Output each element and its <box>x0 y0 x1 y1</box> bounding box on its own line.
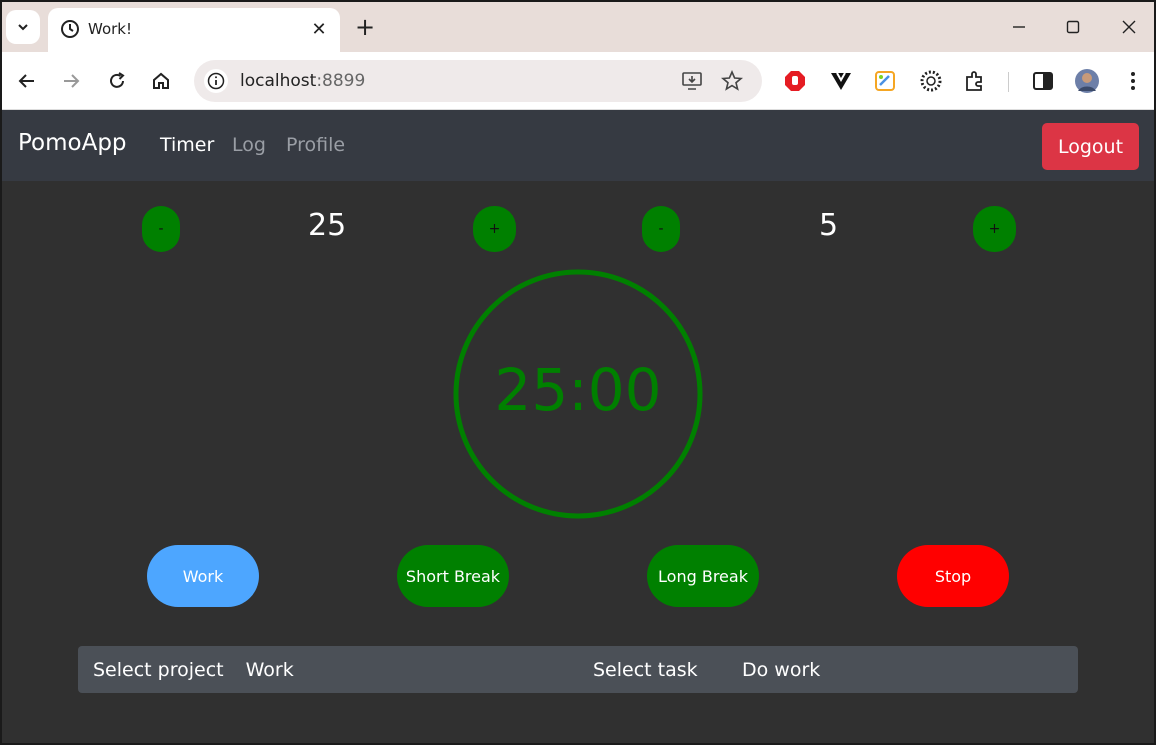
break-decrement-button[interactable]: - <box>642 206 680 252</box>
app-navbar: PomoApp Timer Log Profile Logout <box>2 110 1154 181</box>
window-close-button[interactable] <box>1114 12 1144 42</box>
nav-timer[interactable]: Timer <box>160 134 214 156</box>
chevron-down-icon <box>18 24 28 31</box>
close-icon <box>1122 20 1136 34</box>
url-host: localhost <box>240 71 317 91</box>
browser-window: Work! ✕ + localhost:8899 PomoApp Timer L… <box>0 0 1156 745</box>
sunburst-extension-icon[interactable] <box>918 68 944 94</box>
task-select[interactable]: Select task Do work <box>578 646 1078 693</box>
forward-button[interactable] <box>56 66 86 96</box>
vue-devtools-icon[interactable] <box>828 68 854 94</box>
install-app-icon[interactable] <box>680 69 704 93</box>
work-mode-button[interactable]: Work <box>147 545 259 607</box>
timer-page: - 25 + - 5 + 25:00 Work Short Break Long… <box>2 181 1154 743</box>
info-icon[interactable] <box>204 69 228 93</box>
project-select[interactable]: Select project Work <box>78 646 578 693</box>
task-select-value[interactable]: Do work <box>742 659 820 681</box>
new-tab-button[interactable]: + <box>352 13 378 41</box>
home-icon <box>153 72 169 89</box>
nav-profile[interactable]: Profile <box>286 134 345 156</box>
browser-toolbar: localhost:8899 <box>2 52 1154 110</box>
break-increment-button[interactable]: + <box>973 206 1016 252</box>
break-minutes-value: 5 <box>819 208 839 243</box>
back-button[interactable] <box>12 66 42 96</box>
maximize-icon <box>1066 20 1080 34</box>
color-picker-icon[interactable] <box>872 68 898 94</box>
project-select-label: Select project <box>93 658 224 681</box>
close-icon[interactable]: ✕ <box>308 18 330 40</box>
arrow-right-icon <box>64 74 80 88</box>
work-decrement-button[interactable]: - <box>142 206 180 252</box>
reload-button[interactable] <box>102 66 132 96</box>
task-select-label: Select task <box>593 658 698 681</box>
brand-logo[interactable]: PomoApp <box>18 130 127 156</box>
stop-button[interactable]: Stop <box>897 545 1009 607</box>
browser-tab[interactable]: Work! ✕ <box>48 8 340 52</box>
logout-button[interactable]: Logout <box>1042 123 1139 170</box>
kebab-menu-icon[interactable] <box>1120 68 1146 94</box>
bookmark-star-icon[interactable] <box>720 69 744 93</box>
url-text: localhost:8899 <box>240 71 365 91</box>
url-port: :8899 <box>316 71 366 91</box>
minimize-button[interactable] <box>1004 12 1034 42</box>
side-panel-icon[interactable] <box>1030 68 1056 94</box>
tab-strip: Work! ✕ + <box>2 2 1154 52</box>
nav-log[interactable]: Log <box>232 134 266 156</box>
home-button[interactable] <box>146 66 176 96</box>
work-increment-button[interactable]: + <box>473 206 516 252</box>
tab-title: Work! <box>88 20 132 38</box>
timer-display: 25:00 <box>494 356 662 424</box>
avatar[interactable] <box>1074 68 1100 94</box>
maximize-button[interactable] <box>1058 12 1088 42</box>
adblock-icon[interactable] <box>782 68 808 94</box>
short-break-button[interactable]: Short Break <box>397 545 509 607</box>
tab-search-button[interactable] <box>6 10 40 44</box>
toolbar-divider <box>1008 72 1009 92</box>
long-break-button[interactable]: Long Break <box>647 545 759 607</box>
reload-icon <box>110 72 125 88</box>
clock-icon <box>61 20 79 38</box>
extensions-puzzle-icon[interactable] <box>962 68 988 94</box>
arrow-left-icon <box>18 74 34 88</box>
work-minutes-value: 25 <box>308 208 347 243</box>
project-select-value[interactable]: Work <box>246 659 294 681</box>
minimize-icon <box>1013 26 1025 28</box>
address-bar[interactable]: localhost:8899 <box>194 60 762 102</box>
